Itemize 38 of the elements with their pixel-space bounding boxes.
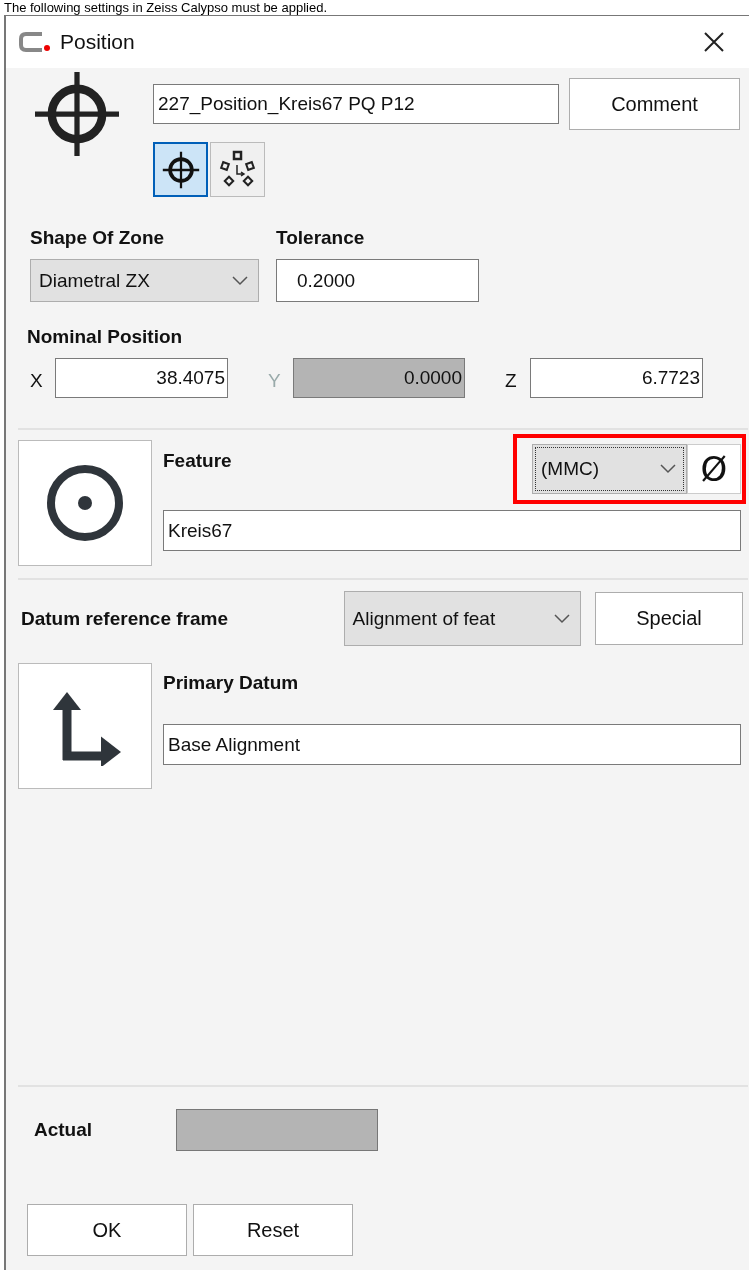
section-label: Nominal Position xyxy=(26,326,184,348)
axis-label: Z xyxy=(505,369,518,392)
axis-label: X xyxy=(30,369,44,392)
axis-label: Y xyxy=(268,369,282,392)
coordinate-field[interactable]: 38.4075 xyxy=(55,358,228,398)
primary-datum-field[interactable]: Base Alignment xyxy=(163,724,741,765)
window-title: Position xyxy=(60,30,135,54)
coordinate-field[interactable]: 6.7723 xyxy=(530,358,703,398)
close-icon xyxy=(703,31,725,53)
crosshair-icon xyxy=(160,149,201,190)
dropdown[interactable]: (MMC) xyxy=(532,444,687,494)
mode-button[interactable] xyxy=(153,142,208,197)
chevron-down-icon xyxy=(660,464,676,474)
field-label: Tolerance xyxy=(276,227,366,249)
dropdown-value: (MMC) xyxy=(541,458,600,480)
chevron-down-icon xyxy=(554,613,570,624)
dropdown[interactable]: Alignment of feat xyxy=(343,591,581,646)
caption-text: The following settings in Zeiss Calypso must be applied. xyxy=(3,0,328,15)
dialog-button[interactable]: OK xyxy=(27,1204,187,1256)
tolerance-field[interactable]: 0.2000 xyxy=(276,259,479,302)
dropdown-value: Alignment of feat xyxy=(352,607,496,630)
position-symbol-icon xyxy=(35,72,119,156)
mode-button[interactable] xyxy=(210,142,265,197)
field-label: Shape Of Zone xyxy=(30,227,166,249)
field-label: Primary Datum xyxy=(163,672,300,694)
comment-button[interactable]: Comment xyxy=(569,78,740,130)
diameter-button[interactable]: Ø xyxy=(687,444,741,494)
dropdown-value: Diametral ZX xyxy=(39,269,150,292)
dialog-button[interactable]: Reset xyxy=(193,1204,353,1256)
field-label: Feature xyxy=(163,450,232,472)
name-field[interactable]: 227_Position_Kreis67 PQ P12 xyxy=(153,84,559,124)
circle-feature-icon xyxy=(45,463,125,543)
field-label: Datum reference frame xyxy=(20,607,229,630)
field-label: Actual xyxy=(34,1119,94,1141)
special-button[interactable]: Special xyxy=(595,592,743,645)
dropdown[interactable]: Diametral ZX xyxy=(30,259,259,302)
feature-field[interactable]: Kreis67 xyxy=(163,510,741,551)
chevron-down-icon xyxy=(232,275,248,286)
